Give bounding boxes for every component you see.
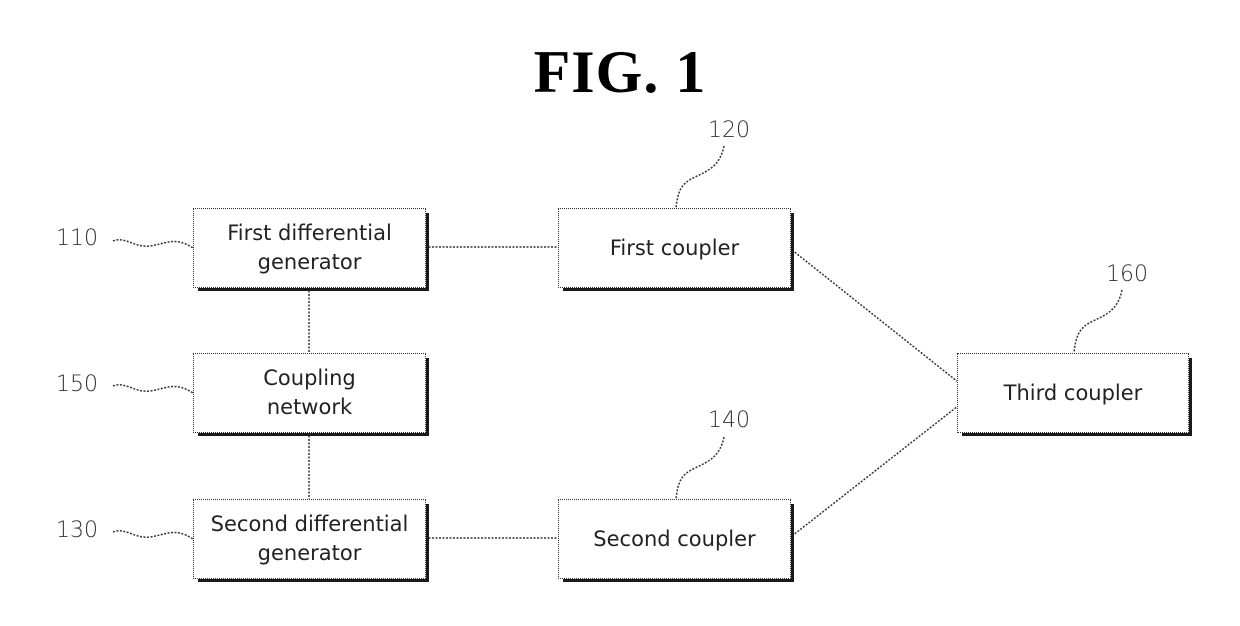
block-second-coupler: Second coupler <box>558 499 791 579</box>
block-label-line2: generator <box>257 250 362 274</box>
block-first-coupler: First coupler <box>558 208 791 288</box>
block-label: Second coupler <box>593 526 756 551</box>
block-label-line1: Coupling <box>263 366 356 390</box>
block-label: First coupler <box>609 235 740 260</box>
block-label-line2: generator <box>257 541 362 565</box>
ref-label-130: 130 <box>56 518 98 543</box>
connector-120-160 <box>791 249 959 383</box>
block-label-line1: Second differential <box>210 512 409 536</box>
block-label-line1: First differential <box>227 221 392 245</box>
ref-label-120: 120 <box>708 118 750 143</box>
ref-label-140: 140 <box>708 408 750 433</box>
leader-120 <box>675 145 725 209</box>
block-label-line2: network <box>266 395 353 419</box>
block-label: Third coupler <box>1003 380 1143 405</box>
leader-160 <box>1073 289 1123 354</box>
leader-150 <box>112 384 194 394</box>
ref-label-110: 110 <box>56 226 98 251</box>
leader-140 <box>675 436 725 500</box>
block-third-coupler: Third coupler <box>957 353 1189 433</box>
ref-label-150: 150 <box>56 372 98 397</box>
block-second-differential-generator: Second differential generator <box>193 499 426 579</box>
block-first-differential-generator: First differential generator <box>193 208 426 288</box>
block-coupling-network: Coupling network <box>193 353 426 433</box>
leader-130 <box>112 530 194 540</box>
leader-110 <box>112 239 194 249</box>
connector-140-160 <box>791 405 959 537</box>
ref-label-160: 160 <box>1106 262 1148 287</box>
